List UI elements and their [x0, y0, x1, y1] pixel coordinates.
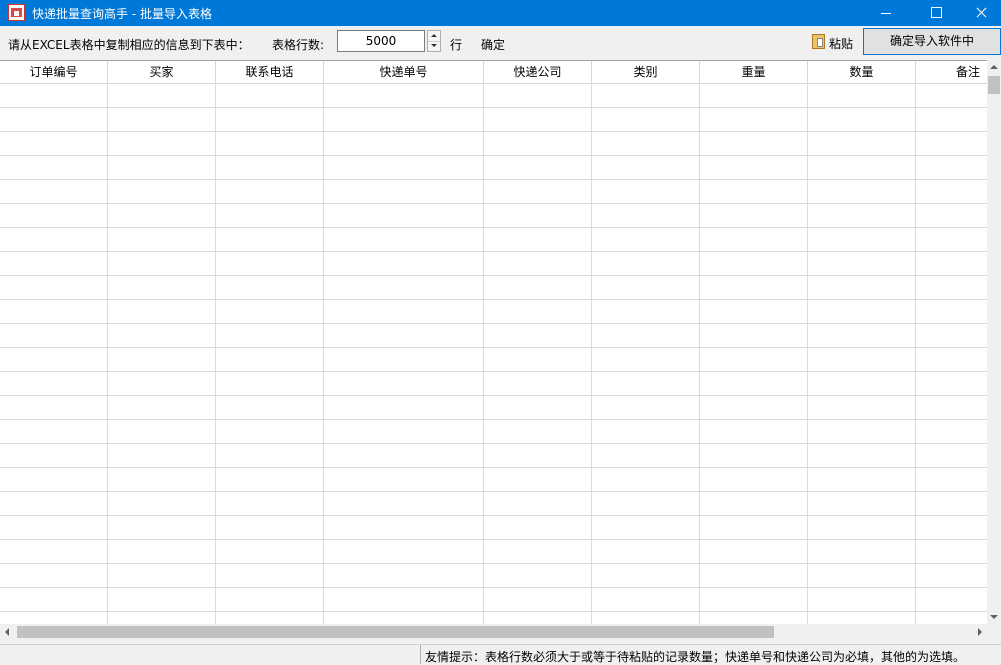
app-logo-icon	[8, 4, 25, 21]
column-header-category[interactable]: 类别	[592, 61, 700, 84]
scroll-up-icon[interactable]	[987, 60, 1001, 74]
import-button[interactable]: 确定导入软件中	[863, 28, 1001, 55]
scrollbar-corner	[987, 624, 1001, 639]
maximize-button[interactable]	[912, 0, 958, 26]
paste-label: 粘贴	[829, 37, 854, 51]
vertical-scrollbar[interactable]	[987, 60, 1001, 624]
scroll-left-icon[interactable]	[0, 624, 15, 639]
close-button[interactable]	[958, 0, 1001, 26]
paste-button[interactable]: 粘贴	[810, 32, 858, 52]
rows-spinner[interactable]	[427, 30, 441, 52]
scroll-down-icon[interactable]	[987, 610, 1001, 624]
grid-cells[interactable]	[0, 84, 987, 624]
clipboard-icon	[812, 34, 825, 49]
window-title: 快递批量查询高手 - 批量导入表格	[32, 7, 212, 21]
title-bar: 快递批量查询高手 - 批量导入表格	[0, 0, 1001, 26]
data-grid[interactable]: 订单编号 买家 联系电话 快递单号 快递公司 类别 重量 数量 备注	[0, 60, 987, 624]
minimize-button[interactable]	[863, 0, 909, 26]
column-header-remarks[interactable]: 备注	[916, 61, 987, 84]
grid-header: 订单编号 买家 联系电话 快递单号 快递公司 类别 重量 数量 备注	[0, 61, 987, 84]
column-header-phone[interactable]: 联系电话	[216, 61, 324, 84]
column-header-tracking-no[interactable]: 快递单号	[324, 61, 484, 84]
rows-label: 表格行数:	[272, 38, 325, 52]
column-header-quantity[interactable]: 数量	[808, 61, 916, 84]
scroll-right-icon[interactable]	[972, 624, 987, 639]
confirm-rows-button[interactable]: 确定	[481, 36, 505, 53]
status-divider	[420, 645, 421, 664]
vertical-scroll-thumb[interactable]	[988, 76, 1000, 94]
status-hint: 友情提示：表格行数必须大于或等于待粘贴的记录数量；快递单号和快递公司为必填，其他…	[425, 650, 966, 664]
instruction-text: 请从EXCEL表格中复制相应的信息到下表中：	[8, 38, 250, 52]
column-header-courier[interactable]: 快递公司	[484, 61, 592, 84]
column-header-weight[interactable]: 重量	[700, 61, 808, 84]
toolbar: 请从EXCEL表格中复制相应的信息到下表中： 表格行数: 行 确定 粘贴 确定导…	[0, 26, 1001, 60]
column-header-buyer[interactable]: 买家	[108, 61, 216, 84]
status-bar: 友情提示：表格行数必须大于或等于待粘贴的记录数量；快递单号和快递公司为必填，其他…	[0, 644, 1001, 664]
horizontal-scroll-thumb[interactable]	[17, 626, 774, 638]
column-header-order-no[interactable]: 订单编号	[0, 61, 108, 84]
spin-down-icon[interactable]	[428, 41, 440, 51]
rows-unit-label: 行	[450, 38, 463, 52]
rows-count-input[interactable]	[337, 30, 425, 52]
horizontal-scrollbar[interactable]	[0, 624, 987, 639]
